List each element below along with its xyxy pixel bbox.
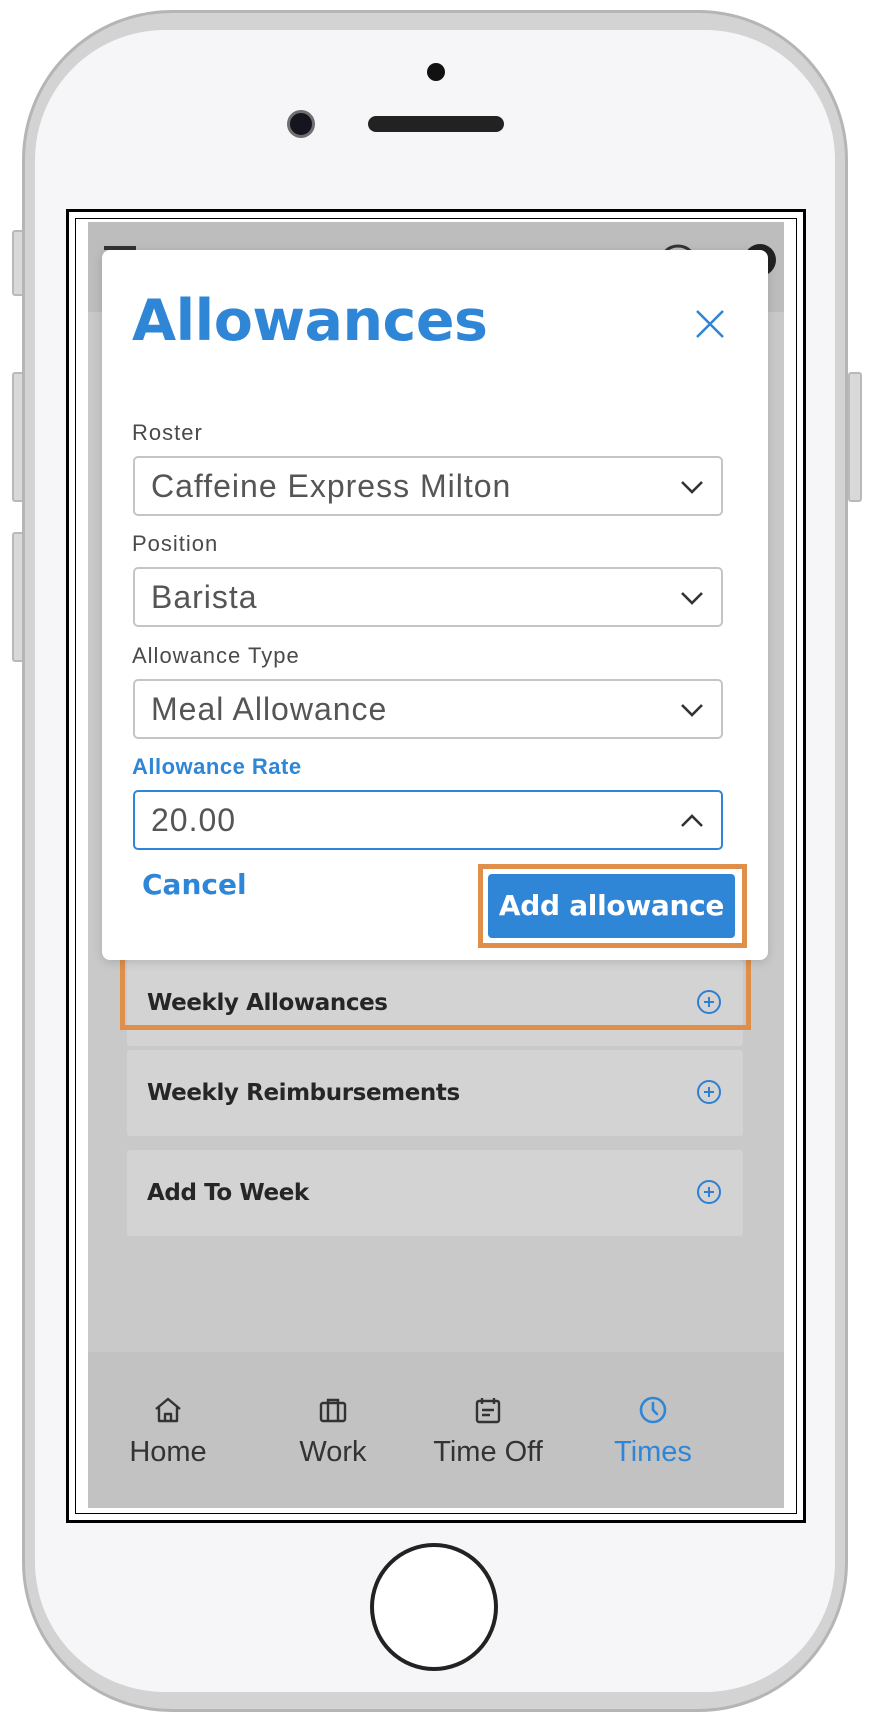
front-camera-icon: [287, 110, 315, 138]
position-value: Barista: [151, 579, 258, 615]
power-button: [848, 372, 862, 502]
roster-value: Caffeine Express Milton: [151, 468, 512, 504]
roster-select[interactable]: Caffeine Express Milton: [133, 456, 723, 516]
add-circle-icon[interactable]: [697, 1180, 721, 1204]
add-to-week-card[interactable]: Add To Week: [127, 1150, 743, 1236]
chevron-up-icon: [681, 814, 703, 827]
earpiece-speaker: [368, 116, 504, 132]
calendar-icon: [475, 1398, 501, 1424]
allowances-dialog: Allowances Roster Caffeine Express Milto…: [102, 250, 768, 960]
close-icon[interactable]: [694, 308, 726, 340]
card-label: Weekly Reimbursements: [147, 1080, 460, 1106]
home-icon: [155, 1397, 181, 1423]
position-select[interactable]: Barista: [133, 567, 723, 627]
add-circle-icon[interactable]: [697, 1080, 721, 1104]
nav-item-home[interactable]: Home: [98, 1352, 238, 1508]
clock-icon: [639, 1396, 667, 1424]
position-label: Position: [132, 531, 219, 556]
weekly-allowances-highlight: [120, 952, 751, 1030]
allowance-rate-select[interactable]: 20.00: [133, 790, 723, 850]
nav-item-work[interactable]: Work: [263, 1352, 403, 1508]
nav-label: Times: [614, 1436, 692, 1468]
allowance-type-value: Meal Allowance: [151, 691, 388, 727]
nav-label: Time Off: [433, 1436, 543, 1468]
allowance-rate-label: Allowance Rate: [132, 754, 302, 779]
chevron-down-icon: [681, 592, 703, 605]
bottom-nav: Home Work Time Off Times: [88, 1352, 784, 1508]
nav-label: Work: [299, 1436, 367, 1468]
nav-label: Home: [129, 1436, 207, 1468]
add-allowance-highlight: [478, 864, 747, 948]
home-button[interactable]: [370, 1543, 498, 1671]
nav-item-time-off[interactable]: Time Off: [403, 1352, 573, 1508]
weekly-reimbursements-card[interactable]: Weekly Reimbursements: [127, 1050, 743, 1136]
card-label: Add To Week: [147, 1180, 309, 1206]
nav-item-times[interactable]: Times: [578, 1352, 728, 1508]
chevron-down-icon: [681, 481, 703, 494]
proximity-sensor: [427, 63, 445, 81]
dialog-title: Allowances: [132, 288, 488, 354]
allowance-rate-value: 20.00: [151, 802, 237, 838]
allowance-type-label: Allowance Type: [132, 643, 300, 668]
chevron-down-icon: [681, 704, 703, 717]
briefcase-icon: [319, 1398, 347, 1423]
allowance-type-select[interactable]: Meal Allowance: [133, 679, 723, 739]
cancel-button[interactable]: Cancel: [142, 868, 247, 901]
roster-label: Roster: [132, 420, 203, 445]
